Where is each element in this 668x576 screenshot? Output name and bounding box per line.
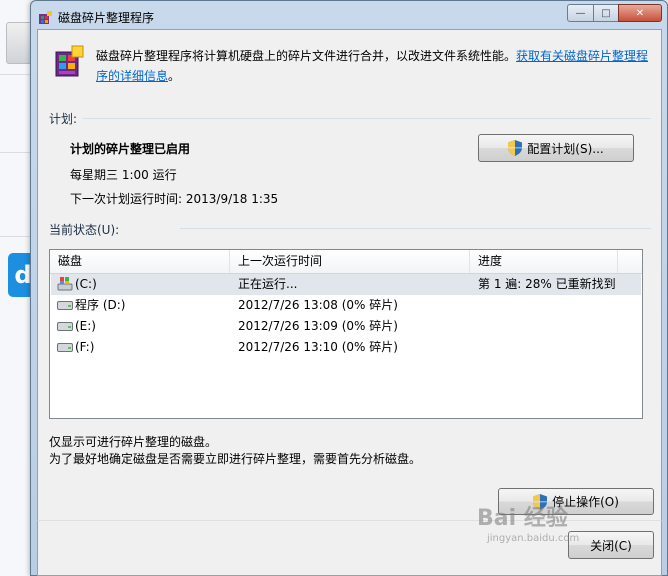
schedule-section-label: 计划: (49, 112, 78, 126)
minimize-button[interactable]: — (567, 4, 594, 22)
note-defraggable-only: 仅显示可进行碎片整理的磁盘。 (49, 435, 218, 449)
schedule-next-run: 下一次计划运行时间: 2013/9/18 1:35 (70, 192, 279, 206)
close-window-button[interactable]: ✕ (618, 4, 662, 22)
maximize-button[interactable]: □ (593, 4, 619, 22)
description-end: 。 (168, 69, 181, 83)
disk-row-c[interactable]: (C:) 正在运行... 第 1 遍: 28% 已重新找到 (51, 274, 641, 295)
disk-progress: 第 1 遍: 28% 已重新找到 (478, 277, 616, 291)
disk-list[interactable]: 磁盘 上一次运行时间 进度 (C:) 正在运行... 第 1 遍: 28% 已重… (49, 249, 643, 419)
schedule-separator (83, 118, 651, 119)
watermark-logo: Bai 经验 (477, 506, 568, 531)
disk-name: (F:) (75, 340, 95, 354)
disk-list-header: 磁盘 上一次运行时间 进度 (50, 250, 642, 274)
disk-last-run: 正在运行... (238, 277, 298, 291)
note-analyze-first: 为了最好地确定磁盘是否需要立即进行碎片整理，需要首先分析磁盘。 (49, 452, 422, 466)
uac-shield-icon (508, 140, 523, 156)
disk-row-d[interactable]: 程序 (D:) 2012/7/26 13:08 (0% 碎片) (51, 295, 641, 316)
window-title: 磁盘碎片整理程序 (58, 11, 155, 25)
disk-last-run: 2012/7/26 13:09 (0% 碎片) (238, 319, 398, 333)
description: 磁盘碎片整理程序将计算机硬盘上的碎片文件进行合并，以改进文件系统性能。获取有关磁… (96, 46, 656, 86)
hard-drive-icon (57, 343, 73, 352)
column-last-run[interactable]: 上一次运行时间 (230, 250, 470, 273)
defrag-icon (55, 45, 84, 77)
hard-drive-icon (57, 322, 73, 331)
disk-row-e[interactable]: (E:) 2012/7/26 13:09 (0% 碎片) (51, 316, 641, 337)
configure-schedule-button[interactable]: 配置计划(S)... (478, 134, 634, 162)
configure-schedule-label: 配置计划(S)... (527, 141, 604, 156)
dialog-footer: 关闭(C) (37, 520, 662, 576)
watermark-url: jingyan.baidu.com (487, 533, 580, 544)
status-section-label: 当前状态(U): (49, 223, 120, 237)
system-drive-icon (57, 277, 73, 291)
defragmenter-window: 磁盘碎片整理程序 — □ ✕ 磁盘碎片整理程序将计算机硬盘上的碎片文件进行合并，… (30, 0, 668, 576)
disk-last-run: 2012/7/26 13:08 (0% 碎片) (238, 298, 398, 312)
status-separator (180, 228, 651, 229)
disk-name: 程序 (D:) (75, 298, 126, 312)
close-button[interactable]: 关闭(C) (568, 531, 654, 559)
dialog-body: 磁盘碎片整理程序将计算机硬盘上的碎片文件进行合并，以改进文件系统性能。获取有关磁… (37, 29, 662, 521)
disk-row-f[interactable]: (F:) 2012/7/26 13:10 (0% 碎片) (51, 337, 641, 358)
description-text: 磁盘碎片整理程序将计算机硬盘上的碎片文件进行合并，以改进文件系统性能。 (96, 49, 517, 63)
schedule-frequency: 每星期三 1:00 运行 (70, 168, 177, 182)
disk-name: (E:) (75, 319, 96, 333)
disk-last-run: 2012/7/26 13:10 (0% 碎片) (238, 340, 398, 354)
column-disk[interactable]: 磁盘 (50, 250, 230, 273)
close-button-label: 关闭(C) (590, 538, 632, 553)
hard-drive-icon (57, 301, 73, 310)
disk-name: (C:) (75, 277, 97, 291)
column-progress[interactable]: 进度 (470, 250, 618, 273)
schedule-status: 计划的碎片整理已启用 (70, 142, 191, 156)
defrag-app-icon (39, 11, 52, 24)
